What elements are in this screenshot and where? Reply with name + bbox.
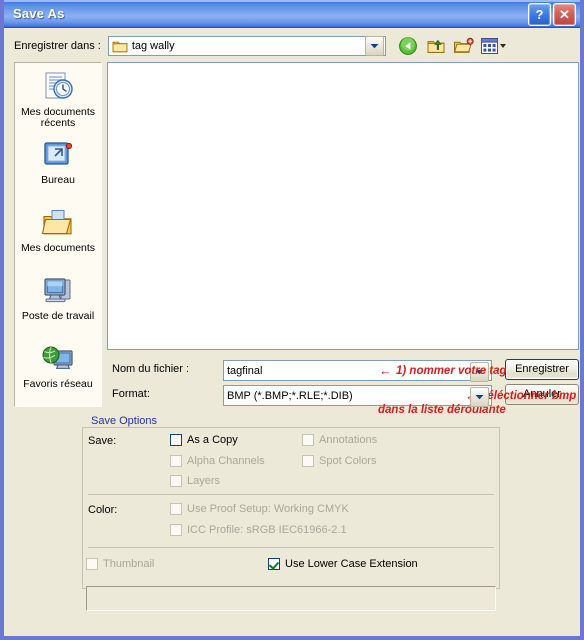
format-chevron-down-icon[interactable] <box>470 387 489 407</box>
sidebar-item-network-places[interactable]: Favoris réseau <box>15 339 101 407</box>
annotation-filename-text: 1) nommer votre tag <box>396 364 507 377</box>
up-folder-icon[interactable] <box>425 36 447 57</box>
file-list-view[interactable] <box>107 62 579 350</box>
filename-input[interactable]: tagfinal ← 1) nommer votre tag <box>223 360 507 382</box>
checkbox-label: Annotations <box>319 434 378 446</box>
save-as-dialog: Save As ? ✕ Enregistrer dans : tag wally <box>0 0 584 640</box>
sidebar-item-label: Favoris réseau <box>23 378 93 390</box>
checkbox-box-icon <box>86 558 98 570</box>
filename-label: Nom du fichier : <box>112 363 190 375</box>
checkbox-thumbnail: Thumbnail <box>86 558 154 570</box>
format-value: BMP (*.BMP;*.RLE;*.DIB) <box>227 389 353 402</box>
checkbox-icc-profile: ICC Profile: sRGB IEC61966-2.1 <box>170 524 347 536</box>
checkbox-alpha-channels: Alpha Channels <box>170 455 265 467</box>
annotation-filename: ← 1) nommer votre tag <box>379 364 507 377</box>
checkbox-box-icon <box>302 455 314 467</box>
views-caret-icon <box>499 44 506 48</box>
title-bar: Save As ? ✕ <box>4 0 580 28</box>
desktop-icon <box>42 137 74 173</box>
back-icon[interactable] <box>397 36 419 57</box>
checkbox-layers: Layers <box>170 475 220 487</box>
navigation-toolbar <box>397 36 506 57</box>
filename-value: tagfinal <box>227 364 263 377</box>
checkbox-label: Use Proof Setup: Working CMYK <box>187 503 349 515</box>
annotation-arrow-icon: ← <box>379 363 392 378</box>
network-places-icon <box>41 341 75 377</box>
save-row-label: Save: <box>88 435 117 447</box>
checkbox-use-lower-case-extension[interactable]: Use Lower Case Extension <box>268 558 418 570</box>
checkbox-label: Use Lower Case Extension <box>285 558 418 570</box>
help-icon[interactable]: ? <box>528 3 551 26</box>
sidebar-item-recent-documents[interactable]: Mes documents récents <box>15 67 101 135</box>
divider-save-color <box>88 494 494 495</box>
save-options-legend: Save Options <box>88 415 161 427</box>
close-icon[interactable]: ✕ <box>553 3 576 26</box>
sidebar-item-label: Bureau <box>41 174 75 186</box>
sidebar-item-label: Mes documents <box>20 242 96 254</box>
sidebar-item-label: Mes documents récents <box>20 106 96 129</box>
format-combo[interactable]: BMP (*.BMP;*.RLE;*.DIB) ← séléctionner b… <box>223 385 576 407</box>
checkbox-label: Spot Colors <box>319 455 377 467</box>
look-in-row: Enregistrer dans : tag wally <box>14 34 572 58</box>
bottom-message-field[interactable] <box>86 586 496 611</box>
chevron-down-icon[interactable] <box>364 36 384 56</box>
filename-row: Nom du fichier : tagfinal ← 1) nommer vo… <box>112 360 507 382</box>
checkbox-label: Alpha Channels <box>187 455 265 467</box>
checkbox-spot-colors: Spot Colors <box>302 455 376 467</box>
sidebar-item-desktop[interactable]: Bureau <box>15 135 101 203</box>
sidebar-item-my-documents[interactable]: Mes documents <box>15 203 101 271</box>
recent-documents-icon <box>41 69 75 105</box>
format-label: Format: <box>112 388 150 400</box>
new-folder-icon[interactable] <box>453 36 475 57</box>
checkbox-box-icon <box>268 558 280 570</box>
color-row-label: Color: <box>88 504 118 516</box>
look-in-combo[interactable]: tag wally <box>107 36 386 56</box>
checkbox-box-icon <box>170 503 182 515</box>
checkbox-box-icon <box>170 524 182 536</box>
places-bar: Mes documents récents Bureau Mes documen… <box>14 62 102 407</box>
sidebar-item-my-computer[interactable]: Poste de travail <box>15 271 101 339</box>
divider-color-bottom <box>88 547 494 548</box>
my-computer-icon <box>42 273 74 309</box>
checkbox-annotations: Annotations <box>302 434 377 446</box>
format-row: Format: BMP (*.BMP;*.RLE;*.DIB) ← séléct… <box>112 385 576 407</box>
folder-icon <box>112 39 128 53</box>
sidebar-item-label: Poste de travail <box>21 310 95 322</box>
look-in-label: Enregistrer dans : <box>14 40 101 52</box>
checkbox-label: Layers <box>187 475 221 487</box>
checkbox-box-icon <box>170 455 182 467</box>
save-button[interactable]: Enregistrer <box>505 359 579 380</box>
my-documents-icon <box>41 205 75 241</box>
window-title: Save As <box>13 6 65 21</box>
annotation-format-text: séléctionner bmp <box>481 389 577 402</box>
views-icon[interactable] <box>480 38 506 54</box>
checkbox-box-icon <box>302 434 314 446</box>
checkbox-as-a-copy[interactable]: As a Copy <box>170 434 238 446</box>
checkbox-box-icon <box>170 434 182 446</box>
checkbox-label: ICC Profile: sRGB IEC61966-2.1 <box>187 524 347 536</box>
look-in-value: tag wally <box>131 40 175 52</box>
checkbox-use-proof-setup: Use Proof Setup: Working CMYK <box>170 503 349 515</box>
checkbox-label: As a Copy <box>187 434 238 446</box>
checkbox-label: Thumbnail <box>103 558 155 570</box>
title-bar-buttons: ? ✕ <box>528 3 576 26</box>
checkbox-box-icon <box>170 475 182 487</box>
